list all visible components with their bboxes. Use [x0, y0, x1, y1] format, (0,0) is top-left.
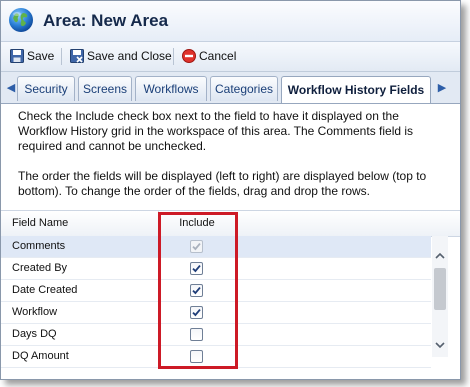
- field-name: Created By: [12, 262, 68, 274]
- tab-strip: ◀ Security Screens Workflows Categories …: [1, 72, 460, 104]
- checkmark-icon: [192, 309, 201, 317]
- cancel-label: Cancel: [199, 49, 237, 63]
- instructions-paragraph-1: Check the Include check box next to the …: [18, 109, 414, 153]
- tab-workflows[interactable]: Workflows: [135, 76, 207, 101]
- window-title: Area: New Area: [43, 11, 169, 30]
- field-name: Workflow: [12, 306, 58, 318]
- grid-header: Field Name Include: [1, 210, 460, 237]
- checkmark-icon: [192, 287, 201, 295]
- field-name: Days DQ: [12, 328, 57, 340]
- field-name: DQ Amount: [12, 350, 69, 362]
- tab-scroll-right-icon[interactable]: ▶: [436, 78, 448, 96]
- toolbar-divider: [61, 48, 62, 65]
- include-checkbox[interactable]: [190, 328, 203, 341]
- tab-security[interactable]: Security: [17, 76, 75, 101]
- field-name: Comments: [12, 240, 66, 252]
- include-checkbox[interactable]: [190, 350, 203, 363]
- save-label: Save: [27, 49, 55, 63]
- area-dialog: Area: New Area Save Save and Close Cance…: [0, 0, 461, 380]
- grid-body: Comments Created By Date Created Workflo…: [1, 236, 431, 379]
- scroll-down-icon[interactable]: [434, 339, 446, 351]
- table-row[interactable]: DQ Amount: [1, 346, 431, 368]
- cancel-button[interactable]: Cancel: [182, 47, 236, 65]
- toolbar-divider: [173, 48, 174, 65]
- floppy-disk-icon: [10, 49, 24, 63]
- column-header-include[interactable]: Include: [159, 217, 235, 229]
- checkmark-icon: [192, 243, 201, 251]
- cancel-icon: [182, 49, 196, 63]
- column-header-field-name[interactable]: Field Name: [12, 217, 68, 229]
- include-checkbox[interactable]: [190, 284, 203, 297]
- include-checkbox[interactable]: [190, 262, 203, 275]
- tab-scroll-left-icon[interactable]: ◀: [5, 78, 17, 96]
- save-button[interactable]: Save: [10, 47, 54, 65]
- save-and-close-label: Save and Close: [87, 49, 172, 63]
- table-row[interactable]: Created By: [1, 258, 431, 280]
- instructions: Check the Include check box next to the …: [18, 109, 438, 214]
- save-and-close-button[interactable]: Save and Close: [70, 47, 172, 65]
- field-name: Date Created: [12, 284, 78, 296]
- table-row[interactable]: Days DQ: [1, 324, 431, 346]
- table-row[interactable]: Date Created: [1, 280, 431, 302]
- checkmark-icon: [192, 265, 201, 273]
- scrollbar-thumb[interactable]: [434, 268, 446, 310]
- tab-workflow-history-fields[interactable]: Workflow History Fields: [281, 76, 431, 103]
- include-checkbox[interactable]: [190, 306, 203, 319]
- globe-icon: [9, 8, 33, 32]
- scroll-up-icon[interactable]: [434, 250, 446, 262]
- grid-scrollbar[interactable]: [432, 236, 448, 357]
- toolbar: Save Save and Close Cancel: [1, 42, 460, 72]
- save-close-icon: [70, 49, 84, 63]
- include-checkbox: [190, 240, 203, 253]
- title-bar: Area: New Area: [1, 1, 460, 42]
- instructions-paragraph-2: The order the fields will be displayed (…: [18, 169, 427, 198]
- tab-screens[interactable]: Screens: [78, 76, 132, 101]
- table-row[interactable]: Comments: [1, 236, 431, 258]
- table-row[interactable]: Workflow: [1, 302, 431, 324]
- tab-categories[interactable]: Categories: [210, 76, 278, 101]
